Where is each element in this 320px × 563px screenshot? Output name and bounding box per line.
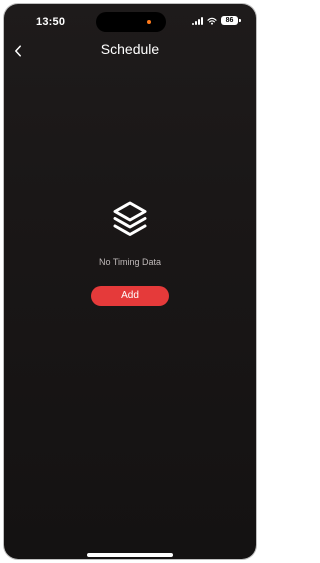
screenshot-frame: 13:50 86 Schedule No Timing Data Add xyxy=(0,0,260,563)
empty-state: No Timing Data Add xyxy=(4,200,256,306)
status-time: 13:50 xyxy=(36,16,66,28)
status-icons: 86 xyxy=(192,16,241,25)
battery-icon: 86 xyxy=(221,16,241,25)
navigation-bar: Schedule xyxy=(4,38,256,64)
battery-level: 86 xyxy=(225,17,234,24)
add-button[interactable]: Add xyxy=(91,286,169,306)
page-title: Schedule xyxy=(100,41,160,57)
layers-icon xyxy=(113,201,147,236)
wifi-icon xyxy=(207,17,217,25)
home-indicator xyxy=(87,553,173,557)
status-bar: 13:50 86 xyxy=(4,4,256,38)
signal-icon xyxy=(192,16,203,25)
empty-state-message: No Timing Data xyxy=(98,257,162,267)
recording-indicator-icon xyxy=(147,20,151,24)
battery-tip xyxy=(239,19,241,22)
phone-screen: 13:50 86 Schedule No Timing Data Add xyxy=(4,4,256,559)
dynamic-island xyxy=(96,12,166,32)
